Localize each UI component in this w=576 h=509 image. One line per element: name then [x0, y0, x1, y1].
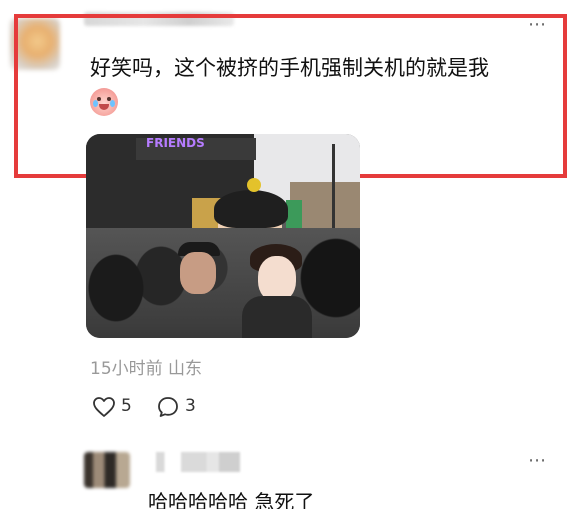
heart-icon[interactable] [92, 396, 116, 418]
reply-text: 哈哈哈哈哈 急死了 [148, 490, 315, 509]
reply-username[interactable] [156, 452, 240, 472]
store-sign-graphic: FRIENDS [146, 136, 205, 150]
commenter-username[interactable] [84, 12, 234, 26]
comment-photo[interactable]: FRIENDS [86, 134, 360, 338]
comment-text: 好笑吗，这个被挤的手机强制关机的就是我 [90, 56, 489, 80]
comment-meta: 15小时前 山东 [90, 359, 203, 379]
reply-count: 3 [185, 396, 196, 416]
comment-bubble-icon[interactable] [156, 395, 180, 419]
commenter-avatar[interactable] [10, 18, 60, 70]
more-options-icon[interactable]: ⋯ [528, 450, 547, 471]
more-options-icon[interactable]: ⋯ [528, 14, 547, 35]
crying-laugh-emoji-icon [90, 88, 118, 116]
reply-avatar[interactable] [84, 452, 130, 488]
like-count: 5 [121, 396, 132, 416]
